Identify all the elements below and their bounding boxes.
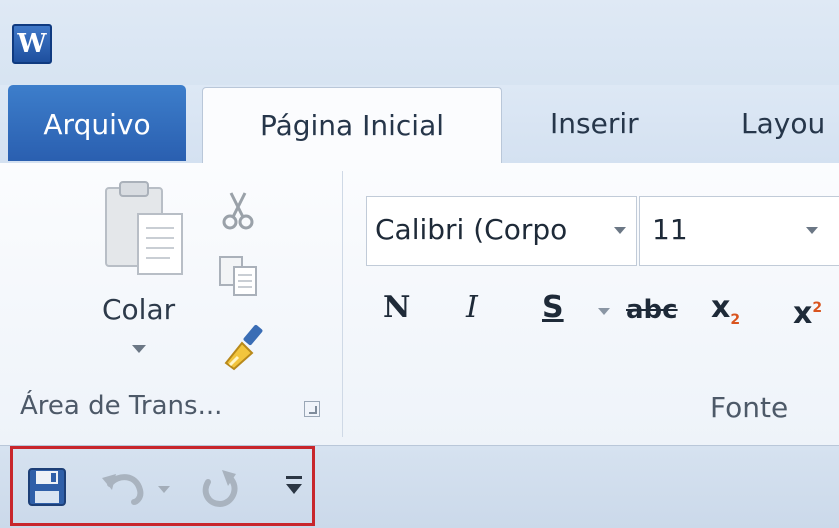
chevron-down-icon[interactable]: [806, 227, 818, 234]
clipboard-group-label: Área de Trans...: [20, 391, 223, 421]
customize-toolbar-icon[interactable]: [284, 474, 304, 496]
font-name-value: Calibri (Corpo: [375, 213, 568, 246]
bold-button[interactable]: N: [383, 288, 410, 328]
tab-arquivo[interactable]: Arquivo: [8, 85, 186, 161]
strikethrough-button[interactable]: abc: [626, 290, 678, 330]
format-painter-icon[interactable]: [220, 323, 268, 371]
copy-icon[interactable]: [218, 255, 260, 297]
paste-button-label[interactable]: Colar: [102, 293, 175, 326]
undo-icon[interactable]: [100, 470, 146, 506]
font-size-combobox[interactable]: 11: [639, 196, 839, 266]
subscript-base: x: [711, 290, 731, 325]
paste-icon[interactable]: [104, 180, 186, 280]
font-group-label: Fonte: [710, 391, 789, 424]
superscript-button[interactable]: x2: [793, 288, 822, 334]
font-name-combobox[interactable]: Calibri (Corpo: [366, 196, 637, 266]
tab-inserir[interactable]: Inserir: [550, 85, 639, 161]
tab-layout[interactable]: Layou: [741, 85, 825, 161]
title-bar: W: [0, 0, 839, 85]
redo-icon[interactable]: [200, 468, 240, 508]
quick-access-toolbar: [0, 446, 839, 528]
superscript-base: x: [793, 296, 813, 331]
font-size-value: 11: [652, 213, 688, 246]
chevron-down-icon[interactable]: [614, 227, 626, 234]
clipboard-dialog-launcher-icon[interactable]: [304, 401, 320, 417]
word-logo-icon[interactable]: W: [12, 24, 52, 64]
superscript-mark: 2: [812, 300, 823, 316]
ribbon: Colar Área de Trans... Calibri (Corpo 11…: [0, 163, 839, 446]
save-icon[interactable]: [27, 467, 67, 507]
cut-icon[interactable]: [221, 191, 255, 231]
undo-dropdown-arrow[interactable]: [158, 486, 170, 493]
tab-pagina-inicial[interactable]: Página Inicial: [202, 87, 502, 165]
subscript-button[interactable]: x2: [711, 288, 740, 340]
group-separator: [342, 171, 343, 437]
subscript-mark: 2: [730, 312, 741, 328]
italic-button[interactable]: I: [466, 288, 478, 328]
paste-dropdown-arrow[interactable]: [132, 345, 146, 353]
underline-dropdown-arrow[interactable]: [598, 308, 610, 315]
underline-button[interactable]: S: [542, 288, 564, 328]
ribbon-tab-row: Arquivo Página Inicial Inserir Layou: [0, 85, 839, 165]
